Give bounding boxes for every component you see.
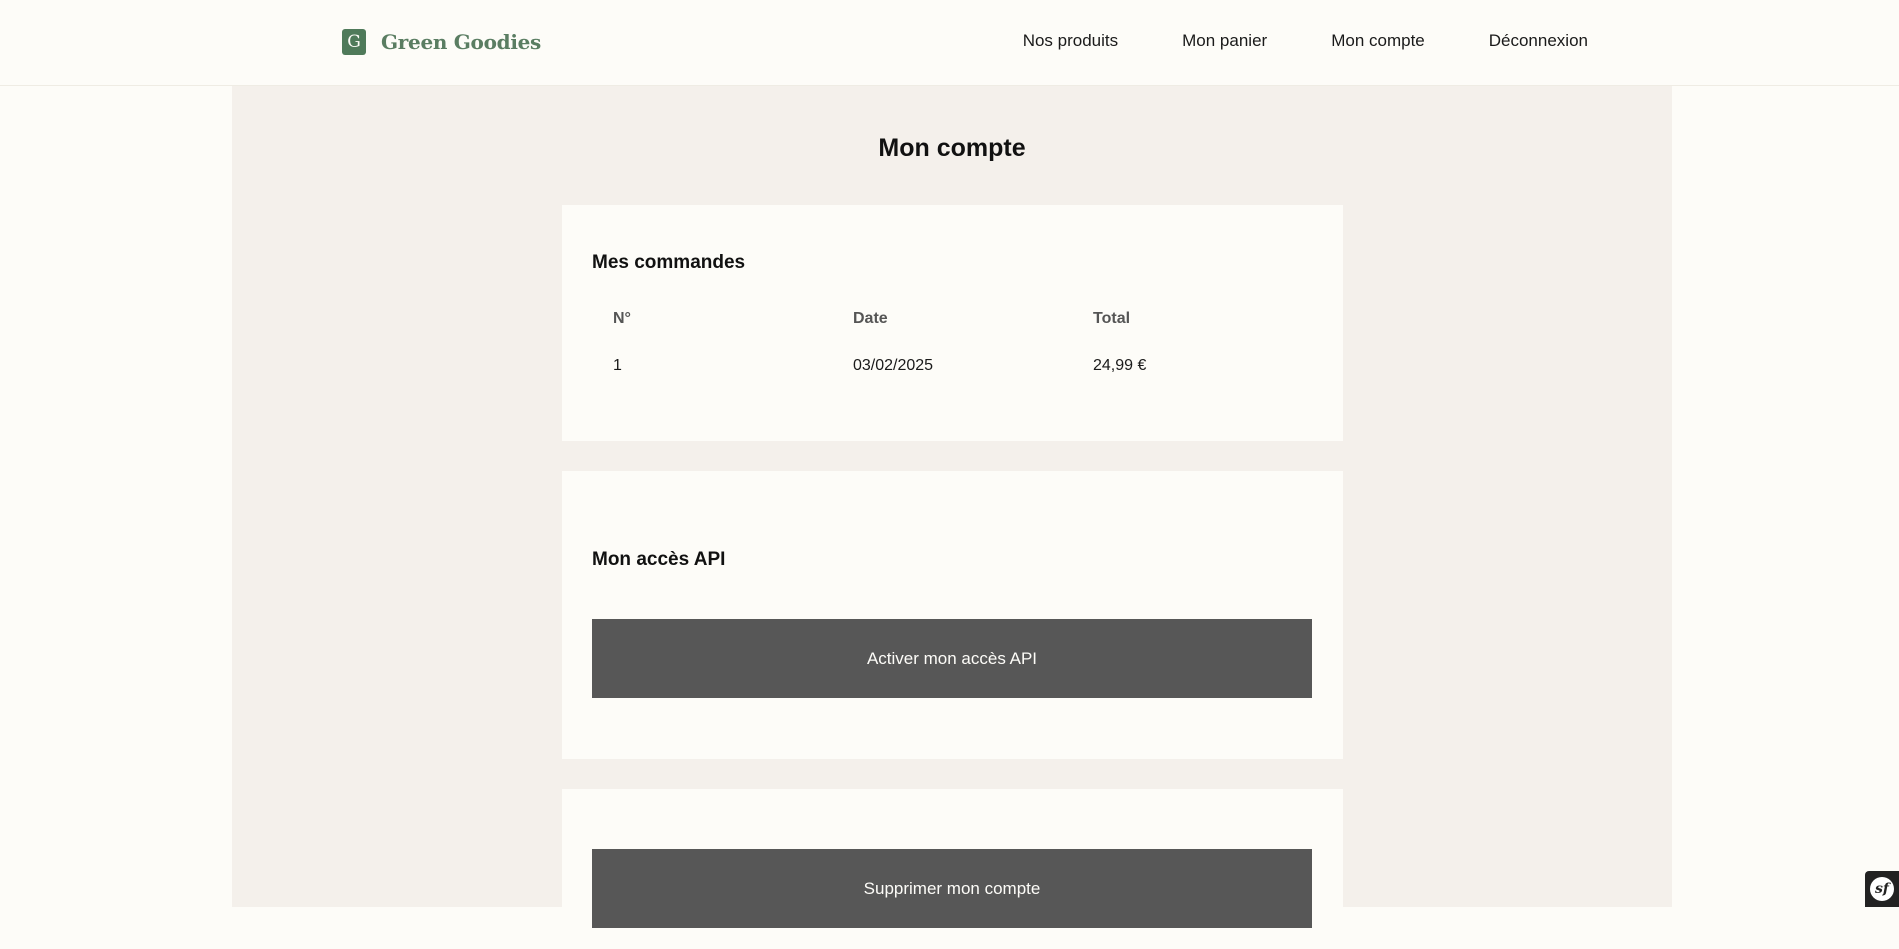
symfony-icon: sf <box>1870 877 1894 901</box>
nav-item-deconnexion[interactable]: Déconnexion <box>1489 31 1588 51</box>
debug-toolbar-toggle[interactable]: sf <box>1865 871 1899 907</box>
table-header-row: N° Date Total <box>592 301 1312 337</box>
api-title: Mon accès API <box>592 549 725 571</box>
orders-card: Mes commandes N° Date Total 1 03/02/2025… <box>562 205 1343 441</box>
brand-name: Green Goodies <box>381 30 541 54</box>
page-title: Mon compte <box>232 134 1672 163</box>
activate-api-button[interactable]: Activer mon accès API <box>592 619 1312 698</box>
main-content: Mon compte Mes commandes N° Date Total 1… <box>232 86 1672 907</box>
api-card: Mon accès API Activer mon accès API <box>562 471 1343 759</box>
order-number: 1 <box>592 337 832 395</box>
main-nav: Nos produits Mon panier Mon compte Décon… <box>1023 31 1588 51</box>
column-header-total: Total <box>1072 301 1312 337</box>
nav-item-panier[interactable]: Mon panier <box>1182 31 1267 51</box>
delete-account-card: Supprimer mon compte <box>562 789 1343 949</box>
column-header-date: Date <box>832 301 1072 337</box>
nav-item-produits[interactable]: Nos produits <box>1023 31 1118 51</box>
logo-icon: G <box>342 29 366 55</box>
brand-logo[interactable]: G Green Goodies <box>342 29 541 55</box>
order-total: 24,99 € <box>1072 337 1312 395</box>
orders-title: Mes commandes <box>592 252 745 274</box>
column-header-number: N° <box>592 301 832 337</box>
order-date: 03/02/2025 <box>832 337 1072 395</box>
delete-account-button[interactable]: Supprimer mon compte <box>592 849 1312 928</box>
site-header: G Green Goodies Nos produits Mon panier … <box>0 0 1899 86</box>
table-row: 1 03/02/2025 24,99 € <box>592 337 1312 395</box>
nav-item-compte[interactable]: Mon compte <box>1331 31 1425 51</box>
orders-table: N° Date Total 1 03/02/2025 24,99 € <box>592 301 1312 395</box>
